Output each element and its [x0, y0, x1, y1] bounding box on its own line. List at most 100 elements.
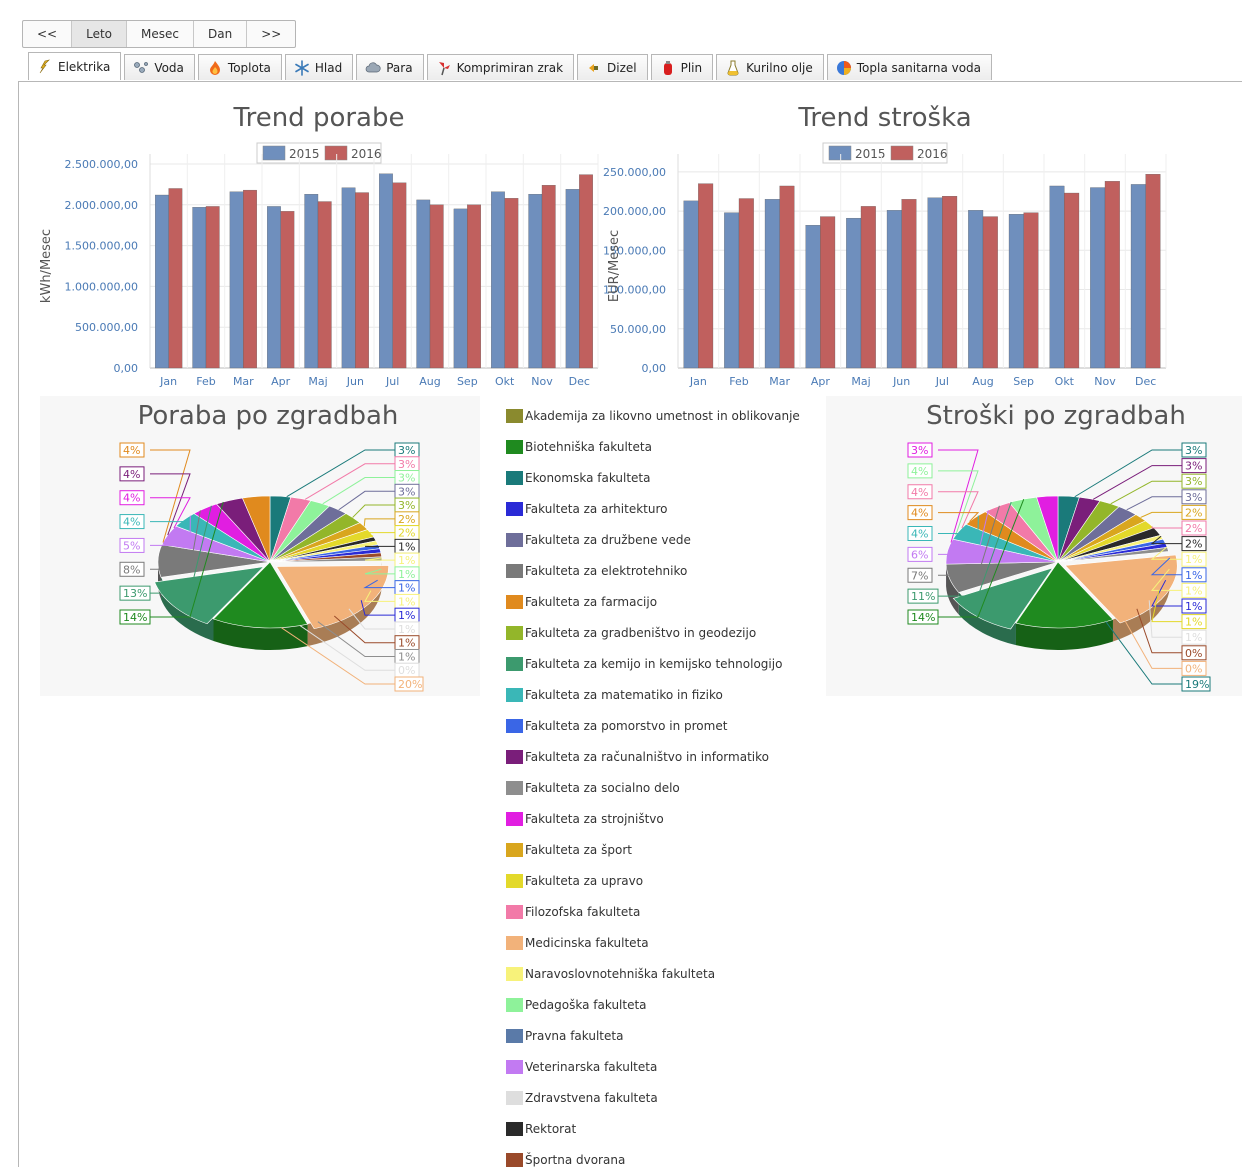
bar-2015-Mar	[765, 199, 780, 368]
chart-title: Trend stroška	[797, 103, 971, 133]
tab-kurilno-olje[interactable]: Kurilno olje	[716, 54, 824, 80]
legend-label: Rektorat	[525, 1122, 576, 1136]
legend-item[interactable]: Fakulteta za družbene vede	[506, 524, 800, 555]
tab-elektrika[interactable]: Elektrika	[28, 52, 121, 80]
water-drops-icon	[133, 60, 149, 76]
pie-label: 1%	[1185, 631, 1202, 644]
month-button[interactable]: Mesec	[127, 21, 194, 47]
bar-2016-Apr	[820, 217, 835, 368]
legend-item[interactable]: Filozofska fakulteta	[506, 896, 800, 927]
tab-hlad[interactable]: Hlad	[285, 54, 353, 80]
y-tick-label: 200.000,00	[603, 205, 666, 218]
pie-label: 4%	[911, 486, 928, 499]
pie-label: 3%	[398, 458, 415, 471]
next-period-button[interactable]: >>	[247, 21, 295, 47]
legend-item[interactable]: Fakulteta za arhitekturo	[506, 493, 800, 524]
bar-2015-Feb	[193, 207, 206, 368]
pie-label: 4%	[911, 465, 928, 478]
cloud-icon	[365, 60, 381, 76]
x-tick-label: Mar	[769, 375, 790, 388]
tab-dizel[interactable]: Dizel	[577, 54, 648, 80]
pie-label: 3%	[1185, 460, 1202, 473]
legend-item[interactable]: Veterinarska fakulteta	[506, 1051, 800, 1082]
legend-swatch	[506, 1029, 523, 1043]
consumption-trend-chart: Trend porabe201520160,00500.000,001.000.…	[30, 92, 610, 397]
bar-2016-Okt	[1064, 193, 1079, 368]
tab-label: Plin	[681, 61, 703, 75]
legend-swatch	[506, 905, 523, 919]
y-tick-label: 2.000.000,00	[65, 199, 138, 212]
day-button[interactable]: Dan	[194, 21, 247, 47]
legend-item[interactable]: Fakulteta za socialno delo	[506, 772, 800, 803]
pie-label: 14%	[911, 611, 935, 624]
legend-label: Akademija za likovno umetnost in oblikov…	[525, 409, 800, 423]
year-button[interactable]: Leto	[72, 21, 127, 47]
legend-item[interactable]: Športna dvorana	[506, 1144, 800, 1175]
x-tick-label: Jun	[892, 375, 910, 388]
legend-item[interactable]: Fakulteta za šport	[506, 834, 800, 865]
legend-item[interactable]: Pedagoška fakulteta	[506, 989, 800, 1020]
legend-label: Biotehniška fakulteta	[525, 440, 652, 454]
legend-item[interactable]: Naravoslovnotehniška fakulteta	[506, 958, 800, 989]
legend-swatch-2016	[325, 146, 347, 160]
legend-item[interactable]: Fakulteta za gradbeništvo in geodezijo	[506, 617, 800, 648]
legend-label: Zdravstvena fakulteta	[525, 1091, 658, 1105]
pie-label: 2%	[1185, 522, 1202, 535]
legend-swatch	[506, 1122, 523, 1136]
tab-plin[interactable]: Plin	[651, 54, 714, 80]
legend-item[interactable]: Fakulteta za strojništvo	[506, 803, 800, 834]
legend-item[interactable]: Zdravstvena fakulteta	[506, 1082, 800, 1113]
bar-2016-Jun	[902, 199, 917, 368]
x-tick-label: Maj	[308, 375, 327, 388]
bar-2015-Jan	[684, 201, 699, 368]
legend-item[interactable]: Fakulteta za matematiko in fiziko	[506, 679, 800, 710]
legend-item[interactable]: Akademija za likovno umetnost in oblikov…	[506, 400, 800, 431]
pie-label: 20%	[398, 678, 422, 691]
legend-item[interactable]: Fakulteta za farmacijo	[506, 586, 800, 617]
legend-item[interactable]: Fakulteta za računalništvo in informatik…	[506, 741, 800, 772]
x-tick-label: Sep	[457, 375, 478, 388]
bar-2016-Sep	[1024, 213, 1039, 368]
tab-voda[interactable]: Voda	[124, 54, 195, 80]
tab-toplota[interactable]: Toplota	[198, 54, 282, 80]
pie-label: 3%	[398, 485, 415, 498]
legend-item[interactable]: Biotehniška fakulteta	[506, 431, 800, 462]
y-tick-label: 1.500.000,00	[65, 240, 138, 253]
pie-label: 4%	[123, 516, 140, 529]
y-tick-label: 250.000,00	[603, 166, 666, 179]
bar-2016-Nov	[1105, 181, 1120, 368]
pie-icon	[836, 60, 852, 76]
tab-topla-sanitarna-voda[interactable]: Topla sanitarna voda	[827, 54, 992, 80]
legend-item[interactable]: Ekonomska fakulteta	[506, 462, 800, 493]
legend-item[interactable]: Fakulteta za upravo	[506, 865, 800, 896]
legend-label: Fakulteta za računalništvo in informatik…	[525, 750, 769, 764]
pie-label: 13%	[123, 587, 147, 600]
legend-item[interactable]: Pravna fakulteta	[506, 1020, 800, 1051]
legend-label: Fakulteta za matematiko in fiziko	[525, 688, 723, 702]
legend-swatch	[506, 626, 523, 640]
legend-item[interactable]: Fakulteta za kemijo in kemijsko tehnolog…	[506, 648, 800, 679]
tab-para[interactable]: Para	[356, 54, 423, 80]
previous-period-button[interactable]: <<	[23, 21, 72, 47]
pie-label: 4%	[123, 468, 140, 481]
legend-item[interactable]: Fakulteta za elektrotehniko	[506, 555, 800, 586]
legend-swatch	[506, 874, 523, 888]
snowflake-icon	[294, 60, 310, 76]
legend-item[interactable]: Rektorat	[506, 1113, 800, 1144]
pie-label: 3%	[398, 472, 415, 485]
building-legend: Akademija za likovno umetnost in oblikov…	[506, 400, 800, 1175]
y-axis-label: kWh/Mesec	[39, 229, 54, 303]
x-tick-label: Jul	[935, 375, 949, 388]
x-tick-label: Feb	[196, 375, 215, 388]
legend-swatch	[506, 502, 523, 516]
legend-item[interactable]: Fakulteta za pomorstvo in promet	[506, 710, 800, 741]
pie-label: 5%	[123, 539, 140, 552]
bar-2016-Mar	[780, 186, 795, 368]
x-tick-label: Maj	[851, 375, 870, 388]
x-tick-label: Nov	[1094, 375, 1116, 388]
tab-komprimiran-zrak[interactable]: Komprimiran zrak	[427, 54, 574, 80]
legend-item[interactable]: Medicinska fakulteta	[506, 927, 800, 958]
legend-label: Fakulteta za farmacijo	[525, 595, 657, 609]
pie-label: 3%	[398, 499, 415, 512]
cost-by-building-chart: Stroški po zgradbah3%4%4%4%4%6%7%11%14%3…	[826, 396, 1242, 696]
